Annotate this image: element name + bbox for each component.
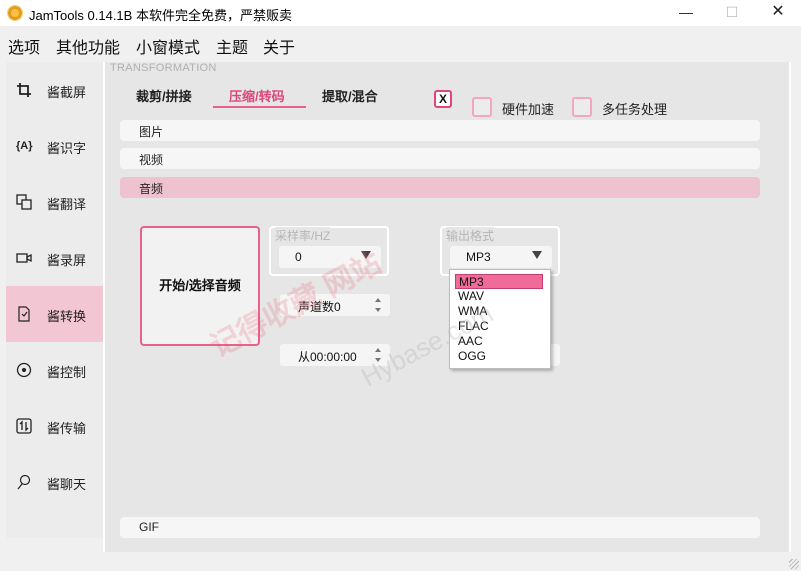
output-format-dropdown: MP3 WAV WMA FLAC AAC OGG: [449, 269, 551, 369]
tab-extract-mix[interactable]: 提取/混合: [322, 86, 378, 105]
sidebar-item-label: 酱识字: [47, 141, 87, 156]
resize-grip-icon[interactable]: [789, 559, 799, 569]
sidebar-item-transfer[interactable]: 酱传输: [6, 398, 103, 454]
chevron-down-icon: [532, 251, 542, 259]
section-bar-video[interactable]: 视频: [120, 148, 760, 169]
window-title: JamTools 0.14.1B 本软件完全免费，严禁贩卖: [29, 8, 292, 23]
app-logo-icon: [7, 5, 23, 21]
sidebar-item-label: 酱传输: [47, 421, 87, 436]
spin-down-icon[interactable]: [375, 308, 381, 312]
menu-other-features[interactable]: 其他功能: [56, 34, 120, 58]
tab-compress-transcode[interactable]: 压缩/转码: [229, 86, 285, 105]
sidebar-item-label: 酱控制: [47, 365, 87, 380]
multitask-checkbox[interactable]: [572, 97, 592, 117]
menu-options[interactable]: 选项: [8, 34, 40, 58]
sidebar-item-label: 酱截屏: [47, 85, 87, 100]
sample-rate-select[interactable]: 0: [279, 246, 381, 268]
spin-down-icon[interactable]: [375, 358, 381, 362]
chat-icon: [16, 474, 32, 490]
section-bar-audio[interactable]: 音频: [120, 177, 760, 198]
transfer-icon: [16, 418, 32, 434]
maximize-button[interactable]: ☐: [709, 0, 755, 26]
sidebar-item-label: 酱聊天: [47, 477, 87, 492]
sidebar-item-chat[interactable]: 酱聊天: [6, 454, 103, 510]
hardware-accel-label: 硬件加速: [502, 102, 555, 117]
transformation-panel: TRANSFORMATION 裁剪/拼接 压缩/转码 提取/混合 X 硬件加速 …: [103, 62, 791, 552]
control-icon: [16, 362, 32, 378]
sidebar-item-ocr[interactable]: {A} 酱识字: [6, 118, 103, 174]
title-bar: JamTools 0.14.1B 本软件完全免费，严禁贩卖 — ☐ ✕: [0, 0, 801, 26]
tab-crop-stitch[interactable]: 裁剪/拼接: [136, 86, 192, 105]
crop-icon: [16, 82, 32, 98]
output-format-value: MP3: [466, 250, 491, 264]
chevron-down-icon: [361, 251, 371, 259]
format-option-wma[interactable]: WMA: [455, 304, 543, 319]
section-bar-image[interactable]: 图片: [120, 120, 760, 141]
spin-up-icon[interactable]: [375, 348, 381, 352]
menu-about[interactable]: 关于: [263, 34, 295, 58]
channels-spinbox[interactable]: 声道数0: [280, 294, 390, 316]
bar-label: GIF: [139, 520, 159, 534]
close-x-button[interactable]: X: [434, 90, 452, 108]
start-select-audio-button[interactable]: 开始/选择音频: [140, 226, 260, 346]
channels-value: 声道数0: [298, 300, 341, 314]
bar-label: 图片: [139, 125, 164, 139]
sample-rate-group: 采样率/HZ 0: [269, 226, 389, 276]
convert-icon: [16, 306, 32, 322]
ocr-icon: {A}: [16, 140, 33, 152]
sidebar-item-label: 酱录屏: [47, 253, 87, 268]
close-window-button[interactable]: ✕: [755, 0, 801, 26]
sidebar-item-convert[interactable]: 酱转换: [6, 286, 103, 342]
translate-icon: [16, 194, 32, 210]
output-format-select[interactable]: MP3: [450, 246, 552, 268]
video-camera-icon: [16, 250, 32, 266]
minimize-button[interactable]: —: [663, 0, 709, 26]
format-option-mp3[interactable]: MP3: [455, 274, 543, 289]
format-option-flac[interactable]: FLAC: [455, 319, 543, 334]
format-option-ogg[interactable]: OGG: [455, 349, 543, 364]
bar-label: 视频: [139, 153, 164, 167]
format-option-wav[interactable]: WAV: [455, 289, 543, 304]
hardware-accel-checkbox[interactable]: [472, 97, 492, 117]
sidebar: 酱截屏 {A} 酱识字 酱翻译 酱录屏 酱转换 酱控制 酱传输 酱聊天: [6, 62, 103, 538]
start-time-value: 从00:00:00: [298, 350, 357, 364]
output-format-title: 输出格式: [446, 227, 495, 244]
sidebar-item-label: 酱翻译: [47, 197, 87, 212]
start-time-spinbox[interactable]: 从00:00:00: [280, 344, 390, 366]
sample-rate-value: 0: [295, 250, 302, 264]
format-option-aac[interactable]: AAC: [455, 334, 543, 349]
spin-up-icon[interactable]: [375, 298, 381, 302]
sample-rate-title: 采样率/HZ: [275, 227, 331, 244]
multitask-label: 多任务处理: [602, 102, 668, 117]
active-tab-indicator: [213, 106, 306, 108]
sidebar-item-screenshot[interactable]: 酱截屏: [6, 62, 103, 118]
bar-label: 音频: [139, 182, 164, 196]
sidebar-item-record[interactable]: 酱录屏: [6, 230, 103, 286]
menu-bar: 选项 其他功能 小窗模式 主题 关于: [0, 26, 801, 60]
section-caption: TRANSFORMATION: [110, 62, 217, 74]
sidebar-item-translate[interactable]: 酱翻译: [6, 174, 103, 230]
status-bar: [0, 552, 801, 571]
menu-theme[interactable]: 主题: [216, 34, 248, 58]
section-bar-gif[interactable]: GIF: [120, 517, 760, 538]
sidebar-item-label: 酱转换: [47, 309, 87, 324]
sidebar-item-control[interactable]: 酱控制: [6, 342, 103, 398]
menu-mini-mode[interactable]: 小窗模式: [136, 34, 200, 58]
